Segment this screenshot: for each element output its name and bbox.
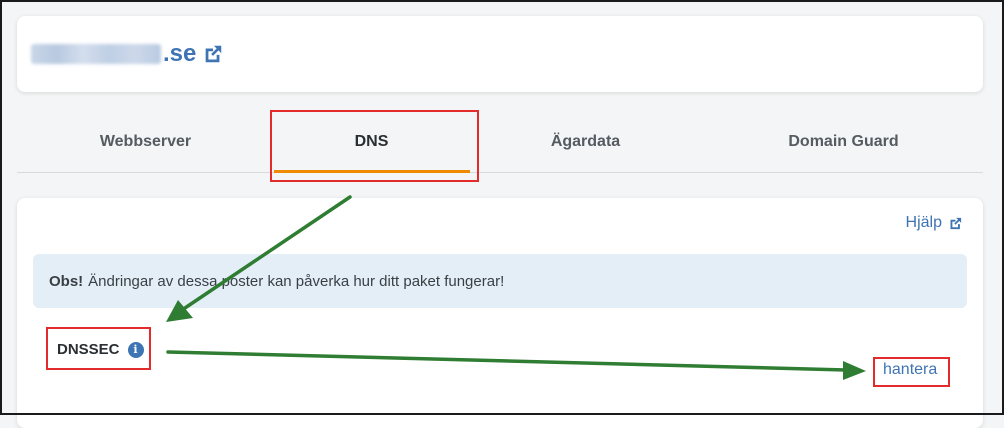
annotation-arrow-dns xyxy=(180,195,352,312)
annotation-arrowhead-hantera xyxy=(843,361,866,380)
annotation-arrows xyxy=(166,195,866,380)
annotation-arrow-hantera xyxy=(166,350,848,372)
